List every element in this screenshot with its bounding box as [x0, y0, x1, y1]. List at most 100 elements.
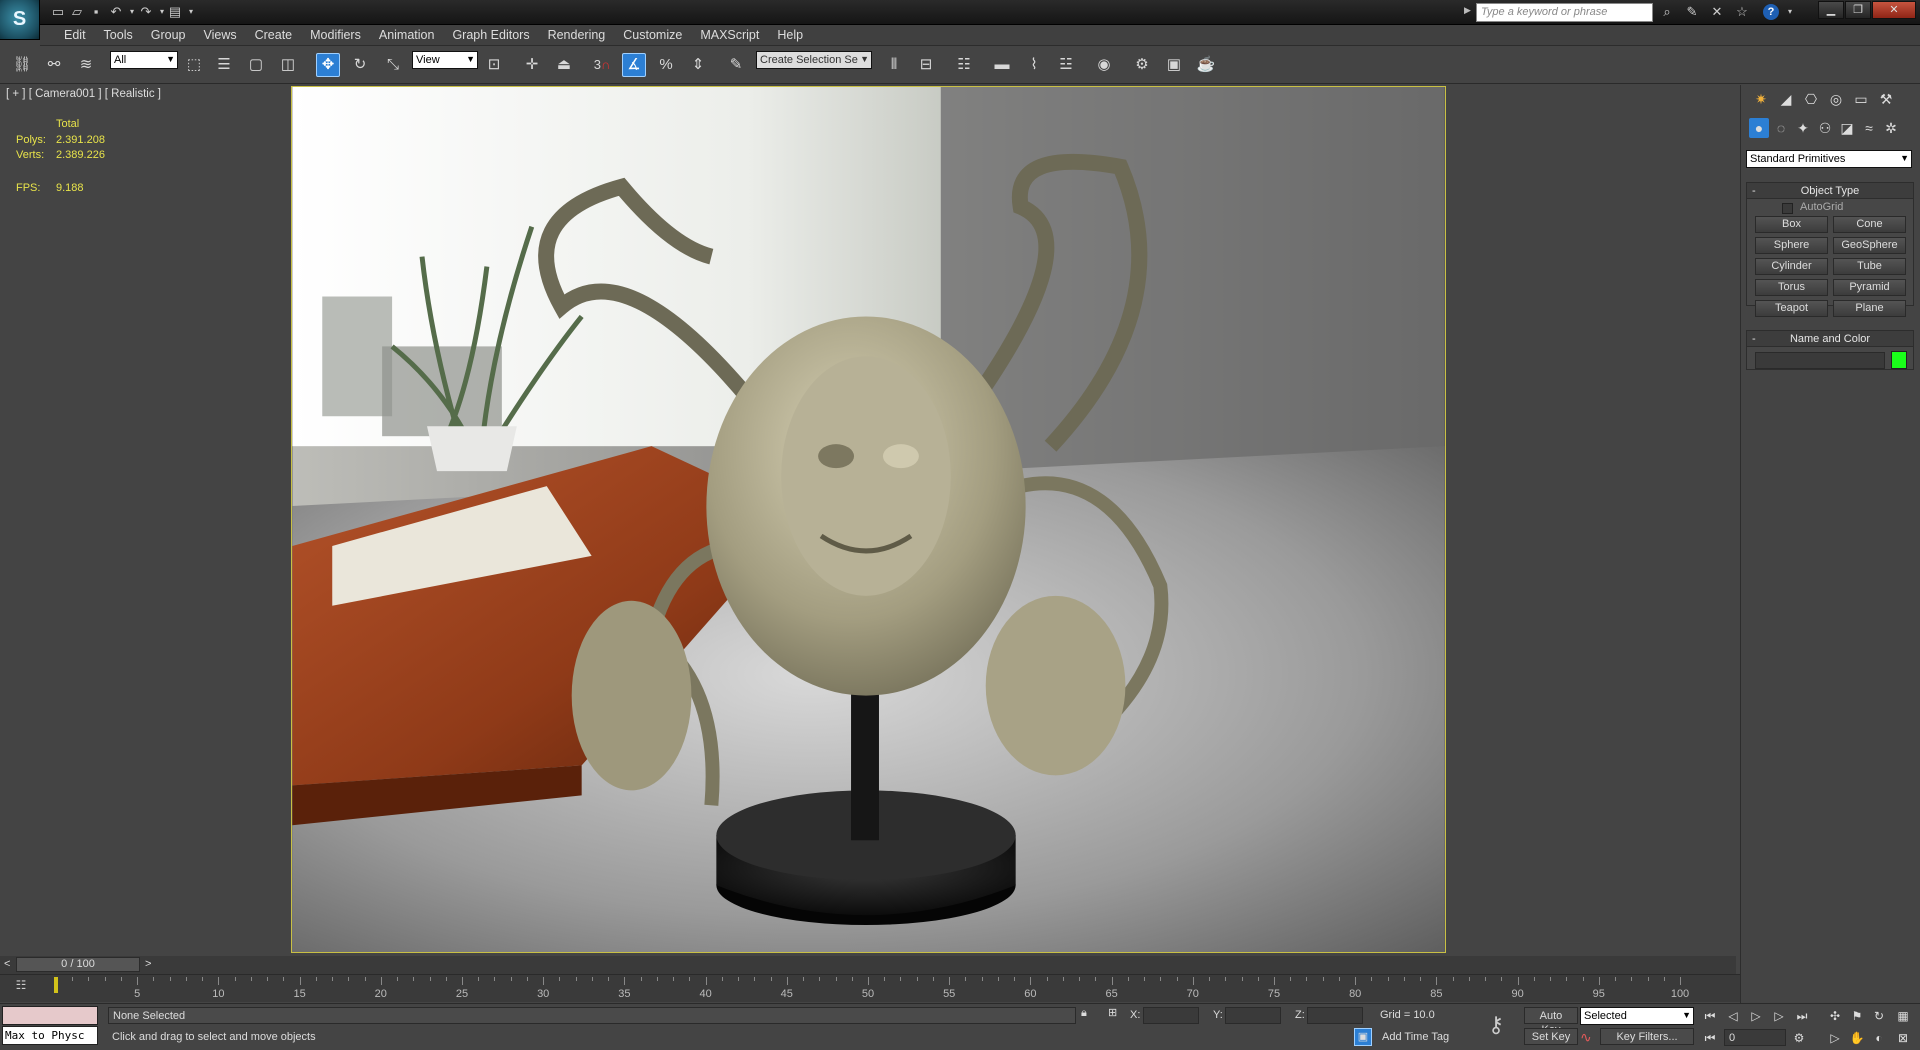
new-file-icon[interactable]: ▭ [49, 3, 67, 21]
walk-through-icon[interactable]: ◐ [1870, 1029, 1888, 1047]
name-and-color-rollout-header[interactable]: - Name and Color [1747, 331, 1913, 347]
add-time-tag-button[interactable]: Add Time Tag [1382, 1031, 1449, 1043]
toggle-ribbon-icon[interactable]: ▬ [990, 53, 1014, 77]
selection-filter-dropdown[interactable]: All ▼ [110, 51, 178, 69]
torus-button[interactable]: Torus [1755, 279, 1828, 296]
viewport-label-menu[interactable]: [ + ] [ Camera001 ] [ Realistic ] [6, 88, 161, 100]
sphere-button[interactable]: Sphere [1755, 237, 1828, 254]
geometry-category-icon[interactable]: ● [1749, 118, 1769, 138]
schematic-view-icon[interactable]: ☳ [1054, 53, 1078, 77]
open-mini-curve-editor-icon[interactable]: ☷ [12, 978, 30, 996]
search-expand-icon[interactable]: ▶ [1464, 5, 1471, 16]
application-button-logo-icon[interactable]: S [0, 0, 40, 40]
time-slider[interactable]: < 0 / 100 > [0, 956, 1736, 974]
use-pivot-center-icon[interactable]: ⊡ [482, 53, 506, 77]
select-object-icon[interactable]: ⬚ [182, 53, 206, 77]
play-animation-icon[interactable]: ▷ [1747, 1007, 1765, 1025]
edit-named-selection-sets-icon[interactable]: ✎ [724, 53, 748, 77]
menu-customize[interactable]: Customize [614, 25, 691, 46]
x-coordinate-input[interactable] [1143, 1007, 1199, 1024]
restore-window-button[interactable]: ❐ [1845, 1, 1871, 19]
pyramid-button[interactable]: Pyramid [1833, 279, 1906, 296]
open-folder-icon[interactable]: ▱ [68, 3, 86, 21]
minimize-window-button[interactable]: ▁ [1818, 1, 1844, 19]
zoom-icon[interactable]: ✣ [1826, 1007, 1844, 1025]
render-production-icon[interactable]: ☕ [1194, 53, 1218, 77]
cylinder-button[interactable]: Cylinder [1755, 258, 1828, 275]
select-and-rotate-icon[interactable]: ↻ [348, 53, 372, 77]
menu-tools[interactable]: Tools [95, 25, 142, 46]
curve-editor-icon[interactable]: ⌇ [1022, 53, 1046, 77]
time-configuration-icon[interactable]: ⚙ [1790, 1029, 1808, 1047]
menu-modifiers[interactable]: Modifiers [301, 25, 370, 46]
object-type-rollout-header[interactable]: - Object Type [1747, 183, 1913, 199]
geosphere-button[interactable]: GeoSphere [1833, 237, 1906, 254]
maxscript-mini-listener-top[interactable] [2, 1006, 98, 1025]
zoom-all-icon[interactable]: ⚑ [1848, 1007, 1866, 1025]
close-window-button[interactable]: ✕ [1872, 1, 1916, 19]
object-name-input[interactable] [1755, 352, 1885, 369]
go-to-start-icon[interactable]: ⏮ [1701, 1007, 1719, 1025]
selection-lock-icon[interactable]: 🔒︎ [1081, 1007, 1087, 1020]
hierarchy-tab-icon[interactable]: ⎔ [1801, 89, 1821, 109]
search-input[interactable]: Type a keyword or phrase [1476, 3, 1653, 22]
primitive-category-dropdown[interactable]: Standard Primitives ▼ [1746, 150, 1912, 168]
rollout-minimize-icon[interactable]: - [1752, 183, 1756, 199]
favorites-star-icon[interactable]: ☆ [1733, 3, 1751, 21]
mirror-icon[interactable]: ⫴ [882, 53, 906, 77]
select-by-name-icon[interactable]: ☰ [212, 53, 236, 77]
time-slider-prev-button[interactable]: < [4, 958, 10, 970]
angle-snap-toggle-icon[interactable]: ∡ [622, 53, 646, 77]
reference-coordinate-system-dropdown[interactable]: View ▼ [412, 51, 478, 69]
select-and-manipulate-icon[interactable]: ✛ [520, 53, 544, 77]
display-tab-icon[interactable]: ▭ [1851, 89, 1871, 109]
orbit-camera-icon[interactable]: ⊠ [1894, 1029, 1912, 1047]
field-of-view-icon[interactable]: ▷ [1826, 1029, 1844, 1047]
default-in-out-tangents-icon[interactable]: ∿ [1580, 1029, 1592, 1046]
set-key-button[interactable]: Set Key [1524, 1028, 1578, 1045]
space-warps-category-icon[interactable]: ≈ [1859, 118, 1879, 138]
time-slider-next-button[interactable]: > [145, 958, 151, 970]
utilities-tab-icon[interactable]: ⚒ [1876, 89, 1896, 109]
window-crossing-icon[interactable]: ◫ [276, 53, 300, 77]
next-frame-icon[interactable]: ▷ [1770, 1007, 1788, 1025]
spinner-snap-toggle-icon[interactable]: ⇕ [686, 53, 710, 77]
keyboard-shortcut-override-icon[interactable]: ⏏ [552, 53, 576, 77]
go-to-end-icon[interactable]: ⏭ [1793, 1007, 1811, 1025]
named-selection-set-dropdown[interactable]: Create Selection Se ▼ [756, 51, 872, 69]
orbit-icon[interactable]: ↻ [1870, 1007, 1888, 1025]
maxscript-mini-listener-input[interactable]: Max to Physc [2, 1026, 98, 1045]
select-and-scale-icon[interactable]: ⤡ [381, 53, 405, 77]
camera-viewport-render[interactable] [291, 86, 1446, 953]
autogrid-checkbox[interactable] [1782, 203, 1793, 214]
align-icon[interactable]: ⊟ [914, 53, 938, 77]
object-color-swatch[interactable] [1891, 351, 1907, 369]
modify-tab-icon[interactable]: ◢ [1776, 89, 1796, 109]
binoculars-icon[interactable]: ⌕ [1658, 3, 1676, 21]
cameras-category-icon[interactable]: ⚇ [1815, 118, 1835, 138]
plane-button[interactable]: Plane [1833, 300, 1906, 317]
menu-graph-editors[interactable]: Graph Editors [443, 25, 538, 46]
shapes-category-icon[interactable]: ◌ [1771, 118, 1791, 138]
select-and-link-icon[interactable]: ⛓ [10, 53, 34, 77]
help-icon[interactable]: ? [1763, 4, 1779, 20]
menu-rendering[interactable]: Rendering [539, 25, 615, 46]
key-filters-button[interactable]: Key Filters... [1600, 1028, 1694, 1045]
communication-center-icon[interactable]: ✕ [1708, 3, 1726, 21]
lights-category-icon[interactable]: ✦ [1793, 118, 1813, 138]
set-key-mode-key-icon[interactable]: ⚷ [1488, 1012, 1504, 1038]
track-bar[interactable]: ☷ 5 10 15 20 25 30 35 40 45 50 55 60 65 70 75 80 85 90 95 1… [0, 974, 1740, 1002]
create-tab-icon[interactable]: ✷ [1751, 89, 1771, 109]
auto-key-button[interactable]: Auto Key [1524, 1007, 1578, 1036]
quick-access-dropdown-icon[interactable]: ▾ [182, 3, 200, 21]
box-button[interactable]: Box [1755, 216, 1828, 233]
menu-maxscript[interactable]: MAXScript [691, 25, 768, 46]
layer-manager-icon[interactable]: ☷ [952, 53, 976, 77]
key-mode-selection-dropdown[interactable]: Selected ▼ [1580, 1007, 1694, 1025]
key-mode-toggle-icon[interactable]: ⏮ [1701, 1029, 1719, 1047]
helpers-category-icon[interactable]: ◪ [1837, 118, 1857, 138]
percent-snap-toggle-icon[interactable]: % [654, 53, 678, 77]
current-frame-input[interactable]: 0 [1724, 1029, 1786, 1046]
y-coordinate-input[interactable] [1225, 1007, 1281, 1024]
rectangular-selection-region-icon[interactable]: ▢ [244, 53, 268, 77]
